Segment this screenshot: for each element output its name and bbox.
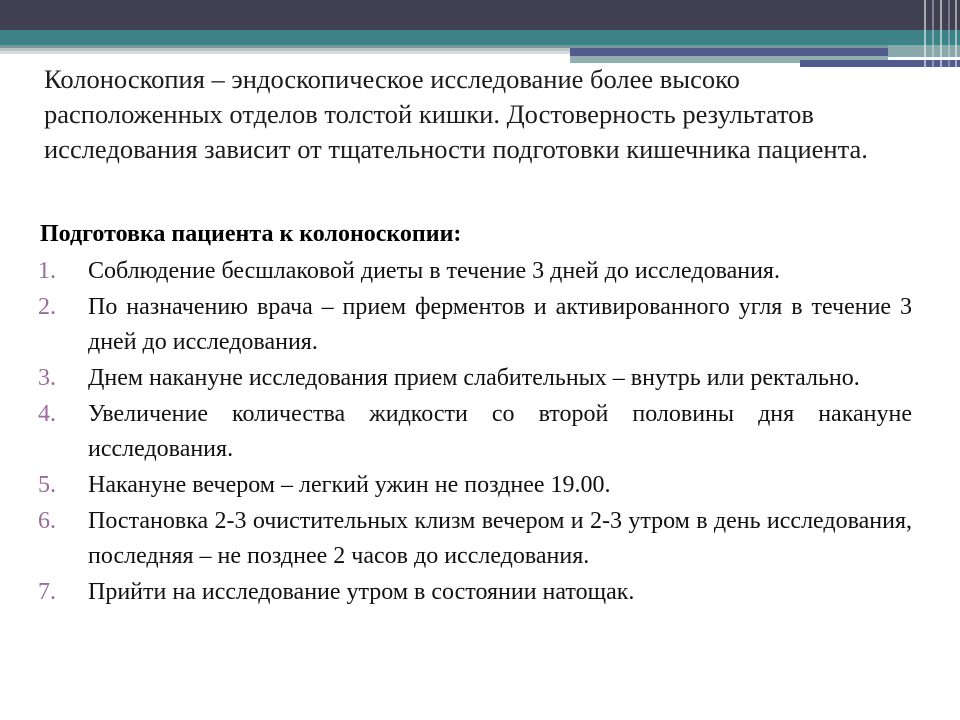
list-item: 7. Прийти на исследование утром в состоян…	[36, 575, 912, 610]
header-hairline-2	[932, 0, 934, 72]
list-item-number: 1.	[38, 258, 56, 284]
list-item-text: Днем накануне исследования прием слабите…	[88, 365, 860, 391]
slide: Колоноскопия – эндоскопическое исследова…	[0, 0, 960, 720]
list-item-text: По назначению врача – прием ферментов и …	[88, 294, 912, 355]
header-hairline-3	[940, 0, 942, 72]
list-item-number: 7.	[38, 579, 56, 605]
header-hairline-5	[955, 0, 957, 72]
list-item-number: 3.	[38, 365, 56, 391]
list-item-text: Постановка 2-3 очистительных клизм вечер…	[88, 508, 912, 569]
list-item: 2. По назначению врача – прием ферментов …	[36, 290, 912, 360]
header-band-navy	[0, 0, 960, 30]
list-item: 5. Накануне вечером – легкий ужин не позд…	[36, 468, 912, 503]
list-item-number: 2.	[38, 294, 56, 320]
list-item: 6. Постановка 2-3 очистительных клизм веч…	[36, 504, 912, 574]
list-item: 1. Соблюдение бесшлаковой диеты в течение…	[36, 254, 912, 289]
list-item-number: 6.	[38, 508, 56, 534]
list-item-text: Прийти на исследование утром в состоянии…	[88, 579, 635, 605]
list-item-text: Увеличение количества жидкости со второй…	[88, 401, 912, 462]
preparation-steps-list: 1. Соблюдение бесшлаковой диеты в течение…	[36, 254, 912, 611]
list-item: 4. Увеличение количества жидкости со втор…	[36, 397, 912, 467]
slide-heading-paragraph: Колоноскопия – эндоскопическое исследова…	[44, 64, 868, 164]
header-hairline-4	[948, 0, 950, 72]
list-item: 3. Днем накануне исследования прием слаби…	[36, 361, 912, 396]
list-item-text: Накануне вечером – легкий ужин не поздне…	[88, 472, 611, 498]
header-accent-bar-primary	[570, 48, 888, 56]
list-item-number: 5.	[38, 472, 56, 498]
slide-subtitle: Подготовка пациента к колоноскопии:	[40, 221, 462, 247]
list-item-text: Соблюдение бесшлаковой диеты в течение 3…	[88, 258, 780, 284]
header-hairline-1	[924, 0, 926, 72]
list-item-number: 4.	[38, 401, 56, 427]
